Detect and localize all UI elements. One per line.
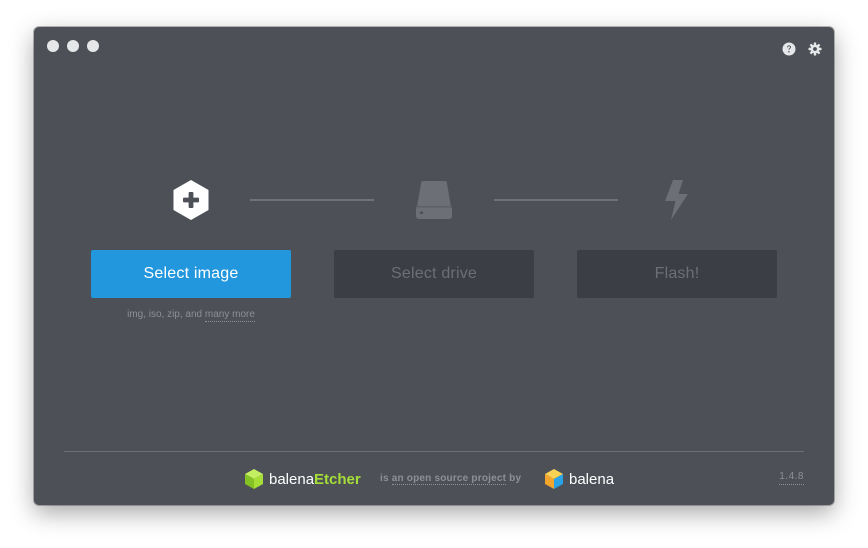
tagline-suffix: by <box>509 473 522 484</box>
balena-brand-name: balena <box>569 470 615 488</box>
footer: balenaEtcher is an open source project b… <box>34 467 834 493</box>
step-connector <box>250 199 374 201</box>
select-image-button[interactable]: Select image <box>91 250 291 298</box>
version-label[interactable]: 1.4.8 <box>779 471 804 485</box>
flash-button[interactable]: Flash! <box>577 250 777 298</box>
image-formats-text: img, iso, zip, and <box>127 309 203 320</box>
balena-cube-icon <box>545 469 563 489</box>
image-formats-hint: img, iso, zip, and many more <box>91 309 291 322</box>
drive-icon <box>414 179 454 221</box>
balena-logo[interactable]: balena <box>544 467 614 491</box>
plus-hexagon-icon <box>171 179 211 221</box>
step-connector <box>494 199 618 201</box>
open-source-link[interactable]: an open source project <box>391 473 507 485</box>
etcher-brand-name: balenaEtcher <box>269 471 361 488</box>
etcher-logo[interactable]: balenaEtcher <box>244 467 361 491</box>
footer-divider <box>64 451 804 452</box>
lightning-icon <box>657 179 697 221</box>
brand-prefix: balena <box>269 470 315 488</box>
steps-area: Select image Select drive Flash! img, is… <box>34 27 834 505</box>
open-source-tagline: is an open source project by <box>380 473 522 485</box>
etcher-cube-icon <box>245 469 263 489</box>
app-window: Select image Select drive Flash! img, is… <box>34 27 834 505</box>
many-more-link[interactable]: many more <box>204 309 255 322</box>
select-drive-button[interactable]: Select drive <box>334 250 534 298</box>
brand-accent: Etcher <box>314 470 361 488</box>
tagline-prefix: is <box>380 473 389 484</box>
